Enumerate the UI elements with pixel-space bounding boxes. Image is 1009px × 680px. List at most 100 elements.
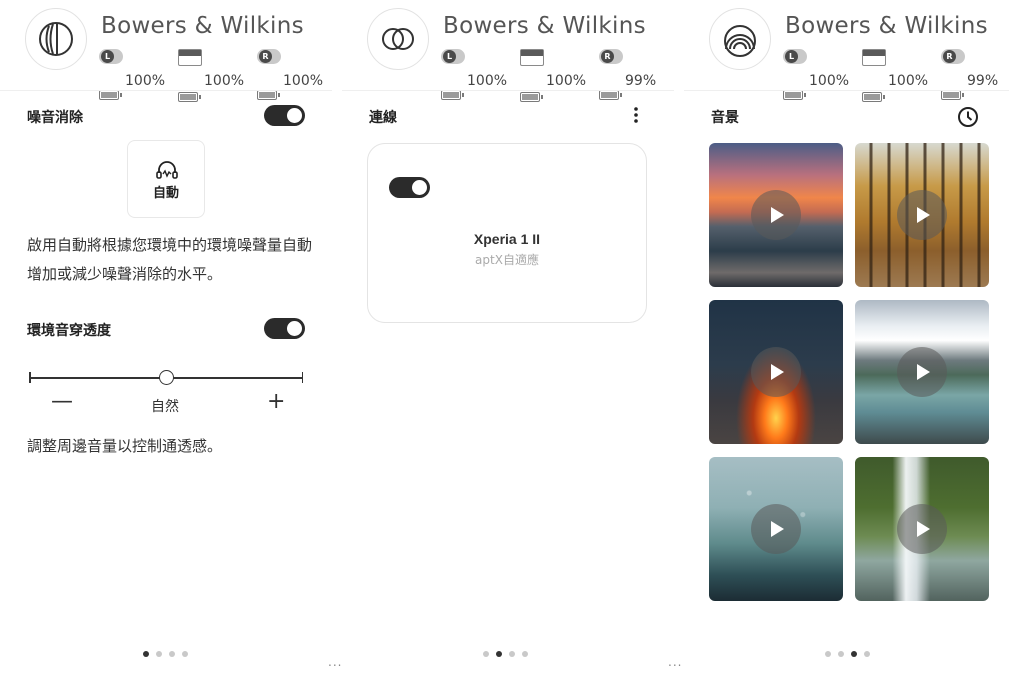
product-logo	[709, 8, 771, 70]
right-earbud-icon: R	[257, 49, 281, 64]
brand-name: Bowers & Wilkins	[101, 13, 304, 39]
concentric-arcs-logo-icon	[724, 25, 756, 57]
battery-icon	[178, 92, 201, 102]
soundscape-rain-window[interactable]	[709, 457, 843, 601]
play-icon[interactable]	[751, 190, 801, 240]
left-earbud-icon: L	[99, 49, 123, 64]
play-icon[interactable]	[897, 504, 947, 554]
battery-icon	[441, 90, 464, 100]
clock-icon[interactable]	[957, 106, 979, 128]
page-dot	[838, 651, 844, 657]
anc-mode-label: 自動	[152, 186, 179, 201]
page-dot	[851, 651, 857, 657]
codec-label: aptX自適應	[475, 253, 539, 267]
anc-toggle[interactable]	[264, 105, 305, 126]
left-earbud-icon: L	[783, 49, 807, 64]
soundscape-campfire[interactable]	[709, 300, 843, 444]
section-title: 噪音消除	[27, 110, 83, 126]
left-earbud-status: L 100%	[99, 48, 171, 100]
header-divider	[342, 90, 674, 91]
anc-mode-auto-button[interactable]: 自動	[127, 140, 205, 218]
product-logo	[367, 8, 429, 70]
page-indicator	[483, 651, 533, 659]
slider-minus-icon: —	[51, 389, 73, 414]
transparency-description: 調整周邊音量以控制通透感。	[27, 437, 223, 455]
case-battery-percent: 100%	[204, 73, 245, 89]
right-battery-percent: 99%	[967, 73, 999, 89]
case-icon	[178, 49, 202, 66]
page-dot	[143, 651, 149, 657]
battery-icon	[257, 90, 280, 100]
left-battery-percent: 100%	[809, 73, 850, 89]
page-dot	[825, 651, 831, 657]
connection-toggle[interactable]	[389, 177, 430, 198]
play-icon[interactable]	[897, 190, 947, 240]
screen-separator: ...	[328, 655, 343, 669]
noise-cancellation-screen: Bowers & Wilkins L 100% 100% R 100% 噪音消除…	[0, 0, 332, 680]
case-icon	[862, 49, 886, 66]
soundscape-mountain-river[interactable]	[855, 300, 989, 444]
connection-screen: Bowers & Wilkins L 100% 100% R 99% 連線 Xp…	[342, 0, 674, 680]
battery-icon	[941, 90, 964, 100]
header-divider	[0, 90, 332, 91]
page-dot	[156, 651, 162, 657]
battery-icon	[520, 92, 543, 102]
page-indicator	[825, 651, 875, 659]
battery-status: L 100% 100% R 99%	[783, 48, 1009, 102]
play-icon[interactable]	[751, 347, 801, 397]
slider-end-cap	[301, 372, 303, 383]
left-battery-percent: 100%	[125, 73, 166, 89]
case-status: 100%	[178, 48, 250, 102]
header-divider	[684, 90, 1009, 91]
left-earbud-icon: L	[441, 49, 465, 64]
right-battery-percent: 99%	[625, 73, 657, 89]
transparency-toggle[interactable]	[264, 318, 305, 339]
soundscape-waterfall[interactable]	[855, 457, 989, 601]
slider-value-label: 自然	[151, 399, 179, 415]
headphones-wave-icon	[156, 161, 178, 179]
left-earbud-status: L 100%	[783, 48, 855, 100]
right-earbud-icon: R	[599, 49, 623, 64]
right-earbud-status: R 100%	[257, 48, 329, 100]
case-icon	[520, 49, 544, 66]
page-dot	[864, 651, 870, 657]
case-status: 100%	[520, 48, 592, 102]
page-dot	[496, 651, 502, 657]
page-dot	[509, 651, 515, 657]
more-vertical-icon[interactable]	[632, 106, 640, 124]
right-earbud-status: R 99%	[941, 48, 1009, 100]
play-icon[interactable]	[897, 347, 947, 397]
soundscape-autumn-forest[interactable]	[855, 143, 989, 287]
transparency-slider[interactable]	[29, 370, 303, 386]
page-dot	[182, 651, 188, 657]
anc-description: 啟用自動將根據您環境中的環境噪聲量自動增加或減少噪聲消除的水平。	[27, 236, 313, 283]
right-earbud-icon: R	[941, 49, 965, 64]
play-icon[interactable]	[751, 504, 801, 554]
page-dot	[483, 651, 489, 657]
case-battery-percent: 100%	[888, 73, 929, 89]
slider-start-cap	[29, 372, 31, 383]
section-title: 音景	[711, 110, 739, 126]
right-battery-percent: 100%	[283, 73, 324, 89]
battery-icon	[783, 90, 806, 100]
battery-icon	[862, 92, 885, 102]
slider-thumb[interactable]	[159, 370, 174, 385]
case-battery-percent: 100%	[546, 73, 587, 89]
soundscape-sunset-beach[interactable]	[709, 143, 843, 287]
connected-device-card[interactable]: Xperia 1 II aptX自適應	[367, 143, 647, 323]
battery-status: L 100% 100% R 99%	[441, 48, 674, 102]
left-battery-percent: 100%	[467, 73, 508, 89]
product-logo	[25, 8, 87, 70]
page-dot	[522, 651, 528, 657]
brand-name: Bowers & Wilkins	[443, 13, 646, 39]
page-dot	[169, 651, 175, 657]
page-indicator	[143, 651, 193, 659]
slider-plus-icon: +	[267, 389, 286, 414]
transparency-title: 環境音穿透度	[27, 323, 111, 339]
section-title: 連線	[369, 110, 397, 126]
battery-icon	[599, 90, 622, 100]
screen-separator: ...	[668, 655, 683, 669]
overlapping-circles-logo-icon	[382, 28, 414, 50]
soundscapes-screen: Bowers & Wilkins L 100% 100% R 99% 音景	[684, 0, 1009, 680]
left-earbud-status: L 100%	[441, 48, 513, 100]
